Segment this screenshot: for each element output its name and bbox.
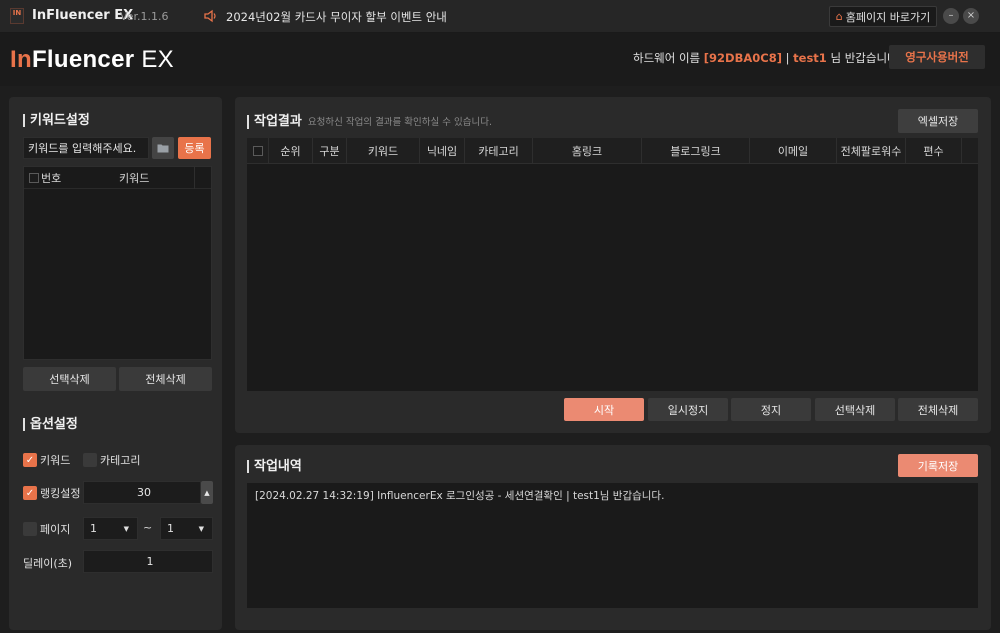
page-checkbox[interactable] (23, 522, 37, 536)
hardware-label: 하드웨어 이름 (633, 51, 701, 65)
result-title: 작업결과 요청하신 작업의 결과를 확인하실 수 있습니다. (247, 115, 492, 129)
register-button[interactable]: 등록 (178, 137, 211, 159)
result-subtitle: 요청하신 작업의 결과를 확인하실 수 있습니다. (307, 117, 493, 128)
column-posts: 편수 (906, 138, 962, 164)
app-logo-icon: IN (10, 8, 24, 24)
title-bar: IN InFluencer EX Ver.1.1.6 2024년02월 카드사 … (0, 0, 1000, 33)
stop-button[interactable]: 정지 (731, 398, 811, 421)
delete-selected-result-button[interactable]: 선택삭제 (815, 398, 895, 421)
column-spacer (962, 138, 978, 164)
result-table: 순위 구분 키워드 닉네임 카테고리 홈링크 블로그링크 이메일 전체팔로워수 … (247, 138, 978, 391)
hardware-code: [92DBA0C8] (703, 51, 782, 65)
ranking-input[interactable]: 30 (83, 481, 201, 504)
start-button[interactable]: 시작 (564, 398, 644, 421)
page-from-value: 1 (90, 522, 97, 535)
close-button[interactable]: × (963, 8, 979, 24)
page-from-select[interactable]: 1 ▼ (83, 517, 138, 540)
separator: | (785, 51, 790, 65)
app-version: Ver.1.1.6 (120, 10, 169, 23)
delay-input[interactable]: 1 (83, 550, 213, 573)
home-icon: ⌂ (835, 10, 843, 23)
delete-selected-keyword-button[interactable]: 선택삭제 (23, 367, 116, 391)
page-to-value: 1 (167, 522, 174, 535)
pause-button[interactable]: 일시정지 (648, 398, 728, 421)
column-keyword: 키워드 (94, 166, 195, 189)
ranking-spinner-up[interactable]: ▲ (201, 481, 213, 504)
delete-all-result-button[interactable]: 전체삭제 (898, 398, 978, 421)
column-email: 이메일 (750, 138, 837, 164)
column-keyword: 키워드 (347, 138, 420, 164)
ranking-label: 랭킹설정 (40, 487, 81, 500)
app-header: InFluencer EX 하드웨어 이름 [92DBA0C8] | test1… (0, 33, 1000, 86)
page-label: 페이지 (40, 523, 71, 536)
delete-all-keyword-button[interactable]: 전체삭제 (119, 367, 212, 391)
chevron-down-icon: ▼ (198, 525, 204, 533)
minimize-button[interactable]: – (943, 8, 959, 24)
notice-link[interactable]: 2024년02월 카드사 무이자 할부 이벤트 안내 (226, 9, 447, 25)
column-home-link: 홈링크 (533, 138, 642, 164)
log-title: 작업내역 (247, 460, 302, 473)
keyword-input[interactable]: 키워드를 입력해주세요. (23, 137, 149, 159)
range-separator: ~ (143, 521, 153, 534)
column-rank: 순위 (269, 138, 313, 164)
keyword-list: 번호 키워드 (23, 166, 212, 360)
page-to-select[interactable]: 1 ▼ (160, 517, 213, 540)
delay-label: 딜레이(초) (23, 557, 73, 570)
log-list: [2024.02.27 14:32:19] InfluencerEx 로그인성공… (247, 483, 978, 608)
excel-save-button[interactable]: 엑셀저장 (898, 109, 978, 133)
ranking-option[interactable]: ✓ 랭킹설정 (23, 485, 80, 501)
folder-button[interactable] (152, 137, 174, 159)
homepage-button-label: 홈페이지 바로가기 (845, 10, 931, 24)
keyword-settings-title: 키워드설정 (23, 114, 90, 127)
permanent-version-button[interactable]: 영구사용버전 (889, 45, 985, 69)
column-category: 카테고리 (465, 138, 533, 164)
page-option[interactable]: 페이지 (23, 521, 70, 537)
select-all-checkbox[interactable] (29, 172, 39, 183)
app-title: InFluencer EX (32, 8, 134, 23)
category-option[interactable]: 카테고리 (83, 452, 140, 468)
homepage-button[interactable]: ⌂ 홈페이지 바로가기 (829, 6, 937, 27)
category-checkbox[interactable] (83, 453, 97, 467)
column-nickname: 닉네임 (420, 138, 465, 164)
options-title: 옵션설정 (23, 418, 78, 431)
username: test1 (793, 51, 827, 65)
left-panel: 키워드설정 키워드를 입력해주세요. 등록 번호 키워드 선택삭제 전체삭제 옵… (9, 97, 222, 630)
folder-icon (157, 144, 169, 153)
brand-logo: InFluencer EX (10, 46, 174, 73)
category-option-label: 카테고리 (100, 454, 141, 467)
keyword-option[interactable]: ✓ 키워드 (23, 452, 70, 468)
column-blog-link: 블로그링크 (642, 138, 750, 164)
keyword-checkbox[interactable]: ✓ (23, 453, 37, 467)
chevron-down-icon: ▼ (123, 525, 129, 533)
hardware-info: 하드웨어 이름 [92DBA0C8] | test1 님 반갑습니다! (633, 50, 902, 66)
speaker-icon (204, 9, 216, 23)
keyword-option-label: 키워드 (40, 454, 71, 467)
log-entry: [2024.02.27 14:32:19] InfluencerEx 로그인성공… (255, 490, 665, 502)
result-table-header: 순위 구분 키워드 닉네임 카테고리 홈링크 블로그링크 이메일 전체팔로워수 … (247, 138, 978, 164)
ranking-checkbox[interactable]: ✓ (23, 486, 37, 500)
result-panel: 작업결과 요청하신 작업의 결과를 확인하실 수 있습니다. 엑셀저장 순위 구분… (235, 97, 991, 433)
keyword-list-header: 번호 키워드 (24, 166, 211, 189)
log-panel: 작업내역 기록저장 [2024.02.27 14:32:19] Influenc… (235, 445, 991, 630)
column-followers: 전체팔로워수 (837, 138, 906, 164)
column-type: 구분 (313, 138, 347, 164)
select-all-checkbox[interactable] (247, 138, 269, 164)
column-number: 번호 (41, 171, 62, 185)
save-log-button[interactable]: 기록저장 (898, 454, 978, 477)
